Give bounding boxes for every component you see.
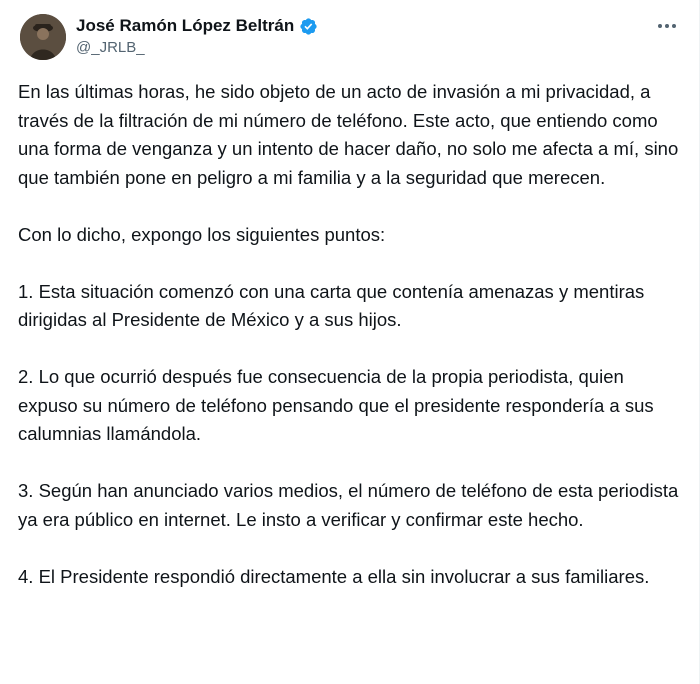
tweet-paragraph: 4. El Presidente respondió directamente … xyxy=(18,565,650,587)
tweet-paragraph: Con lo dicho, expongo los siguientes pun… xyxy=(18,223,386,245)
avatar[interactable] xyxy=(20,14,66,60)
verified-badge-icon xyxy=(299,17,318,36)
tweet-paragraph: En las últimas horas, he sido objeto de … xyxy=(18,81,679,188)
more-options-button[interactable] xyxy=(655,16,679,36)
author-display-name[interactable]: José Ramón López Beltrán xyxy=(76,16,294,36)
author-handle[interactable]: @_JRLB_ xyxy=(76,39,145,57)
author-name-row: José Ramón López Beltrán xyxy=(76,16,318,36)
tweet-paragraph: 1. Esta situación comenzó con una carta … xyxy=(18,280,645,331)
tweet-card: José Ramón López Beltrán @_JRLB_ En las … xyxy=(0,0,700,684)
tweet-paragraph: 3. Según han anunciado varios medios, el… xyxy=(18,480,679,530)
tweet-text: En las últimas horas, he sido objeto de … xyxy=(18,78,682,620)
more-horizontal-icon xyxy=(658,24,676,28)
profile-photo-icon xyxy=(20,14,66,60)
tweet-paragraph: 2. Lo que ocurrió después fue consecuenc… xyxy=(18,366,654,444)
